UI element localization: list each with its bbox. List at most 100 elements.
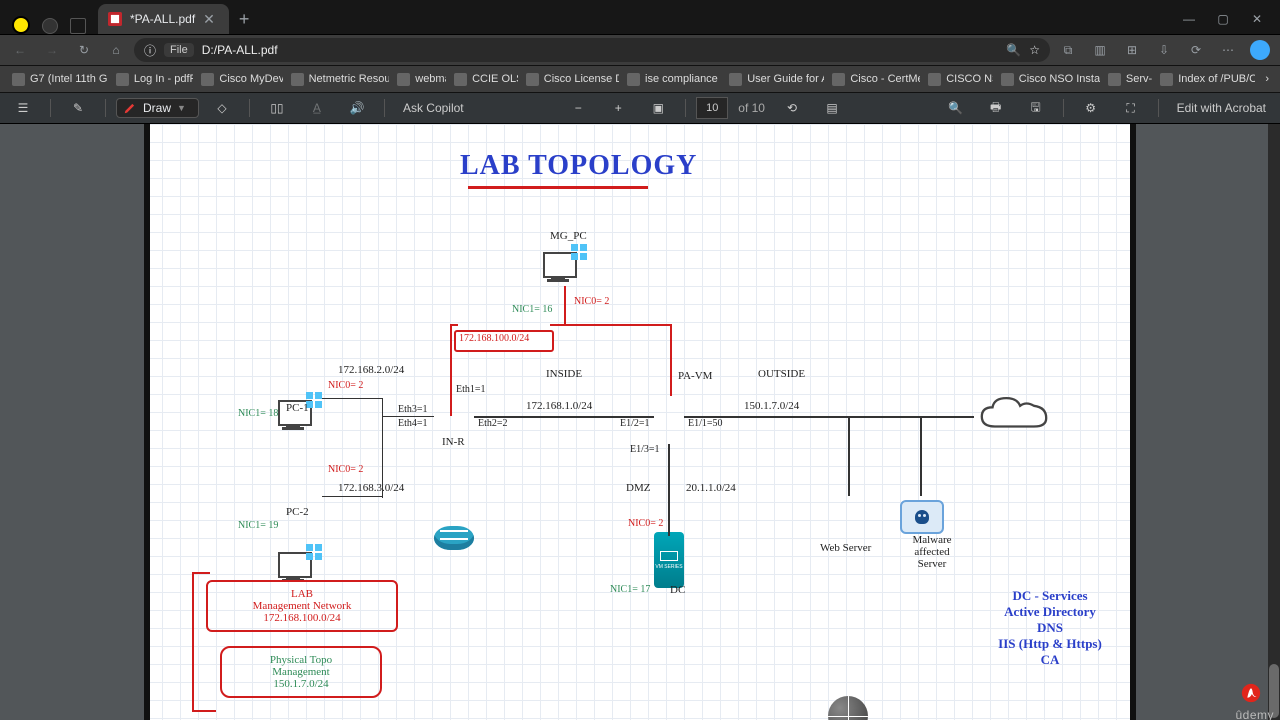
save-icon[interactable]: 🖫 — [1019, 95, 1053, 121]
maximize-button[interactable]: ▢ — [1206, 4, 1240, 34]
bookmark-item[interactable]: Cisco License Demo — [520, 71, 619, 88]
erase-icon[interactable]: ◇ — [205, 95, 239, 121]
bookmark-item[interactable]: Cisco NSO Installati… — [995, 71, 1100, 88]
svc2: Active Directory — [950, 604, 1150, 620]
address-bar: ← → ↻ ⌂ ⓘ File D:/PA-ALL.pdf 🔍 ☆ ⧉ ▥ ⊞ ⇩… — [0, 34, 1280, 66]
omnibox-zoom-icon[interactable]: 🔍 — [1006, 43, 1021, 57]
dc-nic1: NIC1= 17 — [610, 584, 650, 595]
mgmt-top-line — [550, 324, 670, 326]
bookmark-overflow-button[interactable]: › — [1259, 71, 1274, 87]
router-icon — [434, 526, 474, 550]
dmz-net: 20.1.1.0/24 — [686, 482, 736, 494]
mgmt-subnet: 172.168.100.0/24 — [459, 333, 529, 344]
tab-active[interactable]: *PA-ALL.pdf ✕ — [98, 4, 229, 34]
pc1-link — [322, 398, 382, 399]
eth2: Eth2=2 — [478, 418, 508, 429]
web-server-icon — [828, 696, 868, 720]
pdf-page[interactable]: LAB TOPOLOGY MG_PC NIC0= 2 NIC1= 16 172.… — [144, 124, 1136, 720]
omnibox[interactable]: ⓘ File D:/PA-ALL.pdf 🔍 ☆ — [134, 38, 1050, 62]
eth1: Eth1=1 — [456, 384, 486, 395]
two-page-icon[interactable]: ▯▯ — [260, 95, 294, 121]
bus-router-link — [382, 416, 434, 417]
e13: E1/3=1 — [630, 444, 660, 455]
svc3: DNS — [950, 620, 1150, 636]
inside-label: INSIDE — [546, 368, 582, 380]
pavm-label: PA-VM — [678, 370, 712, 382]
pc1-net: 172.168.2.0/24 — [338, 364, 404, 376]
scrollbar-track[interactable] — [1268, 124, 1280, 720]
dmz-label: DMZ — [626, 482, 650, 494]
acrobat-badge-icon[interactable] — [1240, 682, 1262, 704]
svc1: DC - Services — [950, 588, 1150, 604]
pc2-net: 172.168.3.0/24 — [338, 482, 404, 494]
downloads-icon[interactable]: ⇩ — [1150, 36, 1178, 64]
svc4: IIS (Http & Https) — [950, 636, 1150, 652]
bookmark-item[interactable]: Index of /PUB/Cisc… — [1154, 71, 1255, 88]
close-window-button[interactable]: ✕ — [1240, 4, 1274, 34]
pc2-link — [322, 496, 382, 497]
inside-net: 172.168.1.0/24 — [526, 400, 592, 412]
highlight-icon[interactable]: ✎ — [61, 95, 95, 121]
bookmark-item[interactable]: ise compliance mo… — [621, 71, 721, 88]
read-aloud-icon[interactable]: 🔊 — [340, 95, 374, 121]
settings-icon[interactable]: ⚙ — [1074, 95, 1108, 121]
fit-page-icon[interactable]: ▣ — [641, 95, 675, 121]
mgmt-corner — [450, 324, 458, 326]
edit-acrobat-button[interactable]: Edit with Acrobat — [1169, 95, 1274, 121]
callout-lab: LAB Management Network 172.168.100.0/24 — [206, 580, 398, 632]
mal-drop — [920, 416, 922, 496]
page-number-input[interactable] — [696, 97, 728, 119]
rotate-icon[interactable]: ⟲ — [775, 95, 809, 121]
collections-icon[interactable]: ⧉ — [1054, 36, 1082, 64]
pc2-nic0: NIC0= 2 — [328, 464, 363, 475]
sync-icon[interactable]: ⟳ — [1182, 36, 1210, 64]
close-icon[interactable]: ✕ — [203, 12, 215, 26]
e12: E1/2=1 — [620, 418, 650, 429]
new-tab-button[interactable]: + — [239, 9, 250, 34]
back-button[interactable]: ← — [6, 36, 34, 64]
tab-title: *PA-ALL.pdf — [130, 12, 195, 26]
bookmark-item[interactable]: G7 (Intel 11th Gen)… — [6, 71, 108, 88]
pc-bus — [382, 398, 383, 498]
zoom-out-button[interactable]: − — [561, 95, 595, 121]
minimize-button[interactable]: — — [1172, 4, 1206, 34]
diagram-title: LAB TOPOLOGY — [460, 150, 697, 182]
pc2-nic1: NIC1= 19 — [238, 520, 278, 531]
svc5: CA — [950, 652, 1150, 668]
mg-pc-label: MG_PC — [550, 230, 587, 242]
mal-l2: affected — [902, 546, 962, 558]
zoom-in-button[interactable]: + — [601, 95, 635, 121]
web-server-label: Web Server — [820, 542, 871, 554]
find-icon[interactable]: 🔍 — [939, 95, 973, 121]
page-layout-icon[interactable]: ▤ — [815, 95, 849, 121]
forward-button[interactable]: → — [38, 36, 66, 64]
bookmark-item[interactable]: webmail — [391, 71, 446, 88]
site-info-icon[interactable]: ⓘ — [144, 42, 156, 59]
split-screen-icon[interactable]: ▥ — [1086, 36, 1114, 64]
favorite-icon[interactable]: ☆ — [1029, 43, 1040, 57]
text-tool-icon[interactable]: A̲ — [300, 95, 334, 121]
ask-copilot-button[interactable]: Ask Copilot — [395, 95, 472, 121]
bookmark-item[interactable]: Netmetric Resource… — [285, 71, 390, 88]
bookmark-item[interactable]: User Guide for Asy… — [723, 71, 824, 88]
bookmark-item[interactable]: Serv-U — [1102, 71, 1152, 88]
more-icon[interactable]: ⋯ — [1214, 36, 1242, 64]
bookmark-item[interactable]: Log In - pdfFiller — [110, 71, 194, 88]
mal-l3: Server — [902, 558, 962, 570]
tab-actions-icon[interactable] — [70, 18, 86, 34]
fullscreen-icon[interactable]: ⛶ — [1114, 95, 1148, 121]
profile-avatar[interactable] — [1246, 36, 1274, 64]
bookmark-item[interactable]: Cisco MyDevices — [195, 71, 282, 88]
print-icon[interactable]: 🖶 — [979, 95, 1013, 121]
bookmark-item[interactable]: CCIE OLSM — [448, 71, 518, 88]
draw-button[interactable]: Draw ▼ — [116, 98, 199, 118]
bookmark-item[interactable]: CISCO NSO — [922, 71, 993, 88]
home-button[interactable]: ⌂ — [102, 36, 130, 64]
mgmt-right-line — [670, 324, 672, 396]
workspace-icon[interactable] — [42, 18, 58, 34]
reload-button[interactable]: ↻ — [70, 36, 98, 64]
sidebar-toggle-icon[interactable]: ☰ — [6, 95, 40, 121]
bookmark-item[interactable]: Cisco - CertMetrics — [826, 71, 920, 88]
extensions-icon[interactable]: ⊞ — [1118, 36, 1146, 64]
dc-label: DC — [670, 584, 685, 596]
